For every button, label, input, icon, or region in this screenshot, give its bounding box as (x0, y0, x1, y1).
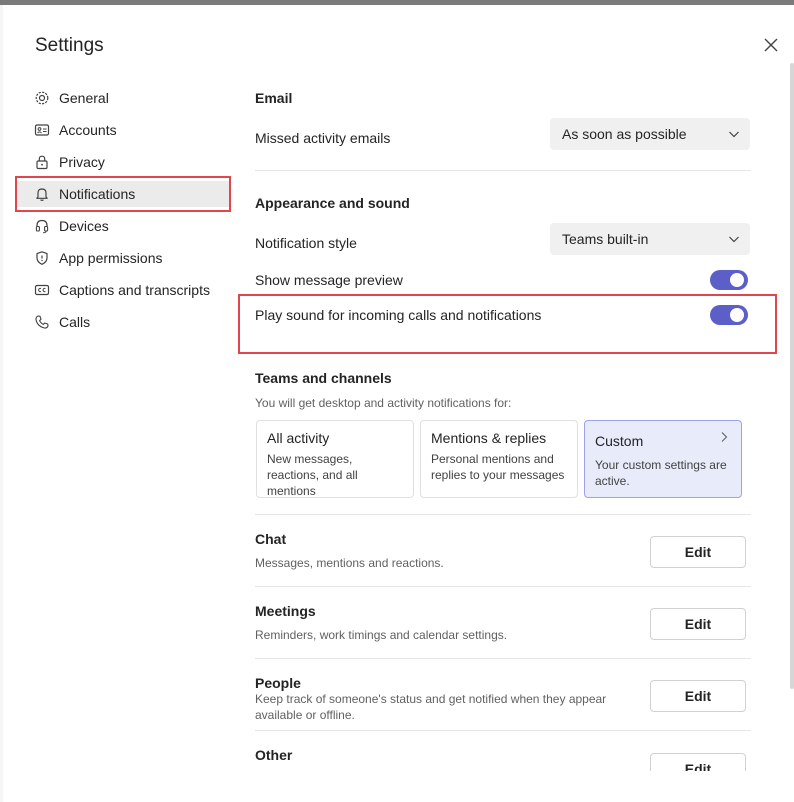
close-icon (764, 38, 778, 52)
headset-icon (33, 217, 51, 235)
teams-heading: Teams and channels (255, 370, 392, 386)
chevron-right-icon (721, 432, 728, 442)
people-edit-button[interactable]: Edit (650, 680, 746, 712)
show-preview-toggle[interactable] (710, 270, 748, 290)
phone-icon (33, 313, 51, 331)
dialog-title: Settings (35, 35, 104, 56)
sidebar-item-label: Accounts (59, 122, 117, 138)
card-title: All activity (267, 430, 330, 446)
divider (255, 170, 751, 171)
sidebar-item-privacy[interactable]: Privacy (33, 149, 223, 175)
sidebar-item-label: Devices (59, 218, 109, 234)
chat-edit-button[interactable]: Edit (650, 536, 746, 568)
play-sound-highlight-box (238, 294, 777, 354)
card-custom[interactable]: Custom Your custom settings are active. (584, 420, 742, 498)
gear-icon (33, 89, 51, 107)
scroll-clip: Edit (3, 753, 794, 771)
card-desc: Your custom settings are active. (595, 458, 727, 488)
card-mentions-replies[interactable]: Mentions & replies Personal mentions and… (420, 420, 578, 498)
sidebar-item-app-permissions[interactable]: App permissions (33, 245, 223, 271)
email-heading: Email (255, 90, 293, 106)
sidebar-item-label: General (59, 90, 109, 106)
sidebar-item-label: Calls (59, 314, 91, 330)
show-preview-label: Show message preview (255, 272, 403, 288)
id-card-icon (33, 121, 51, 139)
toggle-knob (730, 273, 744, 287)
lock-icon (33, 153, 51, 171)
card-desc: New messages, reactions, and all mention… (267, 452, 358, 498)
sidebar-item-label: App permissions (59, 250, 163, 266)
sidebar-item-captions[interactable]: Captions and transcripts (33, 277, 223, 303)
missed-activity-label: Missed activity emails (255, 130, 391, 146)
sidebar-item-general[interactable]: General (33, 85, 223, 111)
sidebar-item-devices[interactable]: Devices (33, 213, 223, 239)
chat-desc: Messages, mentions and reactions. (255, 556, 444, 570)
sidebar-item-label: Captions and transcripts (59, 282, 210, 298)
dropdown-value: As soon as possible (562, 126, 687, 142)
shield-icon (33, 249, 51, 267)
sidebar-item-accounts[interactable]: Accounts (33, 117, 223, 143)
chevron-down-icon (729, 131, 739, 138)
card-desc: Personal mentions and replies to your me… (431, 452, 565, 482)
meetings-desc: Reminders, work timings and calendar set… (255, 628, 508, 642)
chat-heading: Chat (255, 531, 287, 547)
divider (255, 586, 751, 587)
people-heading: People (255, 675, 301, 691)
divider (255, 514, 751, 515)
sidebar-item-label: Privacy (59, 154, 105, 170)
card-title: Mentions & replies (431, 430, 547, 446)
divider (255, 730, 751, 731)
chevron-down-icon (729, 236, 739, 243)
close-button[interactable] (761, 35, 781, 55)
other-edit-button[interactable]: Edit (650, 753, 746, 771)
appearance-heading: Appearance and sound (255, 195, 410, 211)
notifications-highlight-box (15, 176, 231, 212)
dropdown-value: Teams built-in (562, 231, 649, 247)
card-all-activity[interactable]: All activity New messages, reactions, an… (256, 420, 414, 498)
people-desc: Keep track of someone's status and get n… (255, 692, 607, 722)
meetings-heading: Meetings (255, 603, 316, 619)
sidebar-item-calls[interactable]: Calls (33, 309, 223, 335)
missed-activity-dropdown[interactable]: As soon as possible (550, 118, 750, 150)
settings-dialog: Settings General Accounts Privacy Notifi… (3, 5, 794, 802)
meetings-edit-button[interactable]: Edit (650, 608, 746, 640)
scrollbar[interactable] (790, 63, 794, 689)
divider (255, 658, 751, 659)
cc-icon (33, 281, 51, 299)
notification-style-label: Notification style (255, 235, 357, 251)
teams-subtitle: You will get desktop and activity notifi… (255, 396, 512, 410)
card-title: Custom (595, 433, 644, 449)
notification-style-dropdown[interactable]: Teams built-in (550, 223, 750, 255)
